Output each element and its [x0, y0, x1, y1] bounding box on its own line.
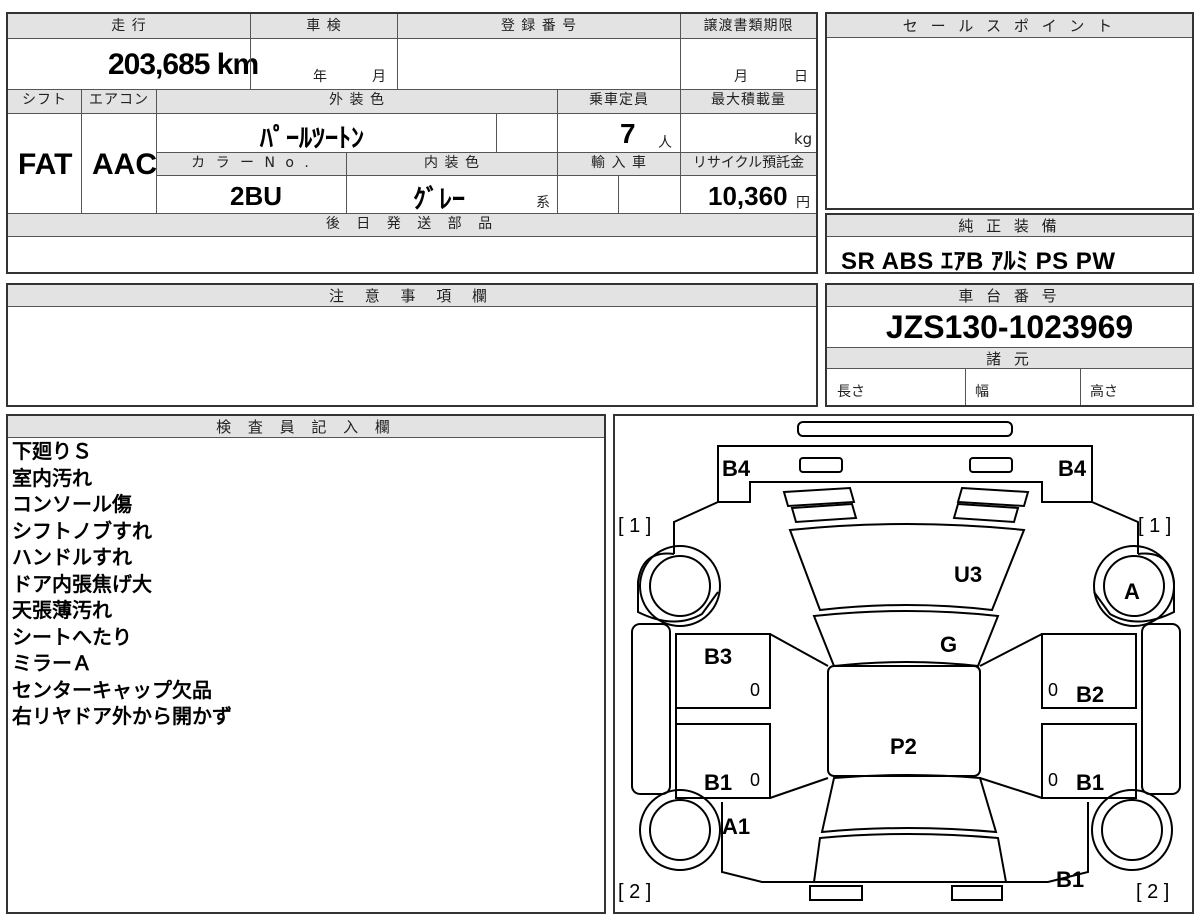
spec-width: 幅: [975, 384, 989, 400]
mark-b1-right: B1: [1076, 770, 1104, 795]
mark-b4-left: B4: [722, 456, 751, 481]
shift-value: FAT: [18, 148, 73, 181]
mark-b1-bottom: B1: [1056, 867, 1084, 892]
car-damage-diagram: B4 B4 U3 A G B3 B2 P2 B1 B1 A1 B1 0 0 0 …: [618, 421, 1181, 903]
mark-g: G: [940, 632, 957, 657]
recycle-header: リサイクル預託金: [681, 153, 816, 175]
mileage-unit: km: [216, 48, 259, 81]
zero-mark: 0: [750, 770, 760, 790]
max-load-header: 最大積載量: [681, 90, 816, 113]
note-line: 下廻りＳ: [12, 439, 92, 463]
mark-a1: A1: [722, 814, 750, 839]
caution-box: 注 意 事 項 欄: [6, 283, 818, 407]
mark-b4-right: B4: [1058, 456, 1087, 481]
equipment-value: SR ABS ｴｱB ｱﾙﾐ PS PW: [841, 248, 1116, 275]
mark-b2: B2: [1076, 682, 1104, 707]
shift-header: シフト: [8, 90, 81, 113]
interior-color-header: 内 装 色: [347, 153, 557, 175]
chassis-number: JZS130-1023969: [885, 309, 1134, 345]
note-line: 室内汚れ: [12, 465, 92, 490]
inspection-year: 年: [313, 69, 327, 85]
inspector-header: 検 査 員 記 入 欄: [8, 416, 604, 438]
recycle-unit: 円: [796, 195, 810, 211]
transfer-month: 月: [734, 69, 748, 85]
later-parts-header: 後 日 発 送 部 品: [8, 214, 816, 236]
mark-b1-left: B1: [704, 770, 732, 795]
specs-header: 諸 元: [827, 347, 1192, 369]
chassis-header: 車 台 番 号: [827, 285, 1192, 307]
max-load-unit: kg: [794, 130, 813, 148]
exterior-color-header: 外 装 色: [157, 90, 557, 113]
equipment-header: 純 正 装 備: [827, 215, 1192, 237]
capacity-header: 乗車定員: [558, 90, 680, 113]
bracket-front-right: [ 1 ]: [1138, 515, 1171, 537]
recycle-value: 10,360: [708, 181, 788, 211]
capacity-unit: 人: [658, 135, 672, 151]
color-no-header: カ ラ ー N o .: [157, 153, 346, 175]
exterior-color-value: ﾊﾟｰﾙﾂｰﾄﾝ: [260, 123, 365, 153]
inspector-notes: 下廻りＳ 室内汚れ コンソール傷 シフトノブすれ ハンドルすれ ドア内張焦げ大 …: [12, 438, 232, 730]
damage-diagram-box: B4 B4 U3 A G B3 B2 P2 B1 B1 A1 B1 0 0 0 …: [613, 414, 1194, 914]
transfer-deadline-header: 譲渡書類期限: [681, 14, 816, 38]
import-header: 輸 入 車: [558, 153, 680, 175]
capacity-value: 7: [620, 118, 636, 149]
note-line: ミラーＡ: [12, 651, 92, 675]
mark-u3: U3: [954, 562, 982, 587]
aircon-header: エアコン: [82, 90, 156, 113]
bracket-front-left: [ 1 ]: [618, 515, 651, 537]
sales-point-box: セ ー ル ス ポ イ ン ト: [825, 12, 1194, 210]
equipment-box: 純 正 装 備 SR ABS ｴｱB ｱﾙﾐ PS PW: [825, 213, 1194, 275]
aircon-value: AAC: [92, 148, 157, 181]
caution-header: 注 意 事 項 欄: [8, 285, 816, 307]
spec-height: 高さ: [1090, 384, 1118, 400]
note-line: 右リヤドア外から開かず: [12, 704, 232, 728]
note-line: ドア内張焦げ大: [12, 571, 152, 596]
zero-mark: 0: [750, 680, 760, 700]
zero-mark: 0: [1048, 680, 1058, 700]
mark-p2: P2: [890, 734, 917, 759]
note-line: シートへたり: [12, 624, 132, 649]
transfer-day: 日: [794, 69, 808, 85]
mark-b3: B3: [704, 644, 732, 669]
color-no-value: 2BU: [230, 181, 283, 211]
interior-color-suffix: 系: [536, 195, 550, 211]
zero-mark: 0: [1048, 770, 1058, 790]
mileage-header: 走 行: [8, 14, 250, 38]
note-line: センターキャップ欠品: [12, 677, 212, 702]
spec-length: 長さ: [837, 384, 865, 400]
mark-a-right: A: [1124, 579, 1140, 604]
sales-point-header: セ ー ル ス ポ イ ン ト: [827, 14, 1192, 38]
note-line: 天張薄汚れ: [12, 598, 112, 622]
interior-color-value: ｸﾞﾚｰ: [413, 184, 466, 214]
mileage-value: 203,685 km: [108, 48, 259, 81]
registration-header: 登 録 番 号: [398, 14, 680, 38]
note-line: ハンドルすれ: [12, 545, 132, 569]
note-line: シフトノブすれ: [12, 518, 152, 543]
chassis-box: 車 台 番 号 JZS130-1023969 諸 元 長さ 幅 高さ: [825, 283, 1194, 407]
note-line: コンソール傷: [12, 492, 132, 516]
vehicle-info-table: 走 行 車 検 登 録 番 号 譲渡書類期限 203,685 km 年 月 月 …: [6, 12, 818, 274]
inspection-header: 車 検: [251, 14, 397, 38]
inspection-month: 月: [372, 69, 386, 85]
